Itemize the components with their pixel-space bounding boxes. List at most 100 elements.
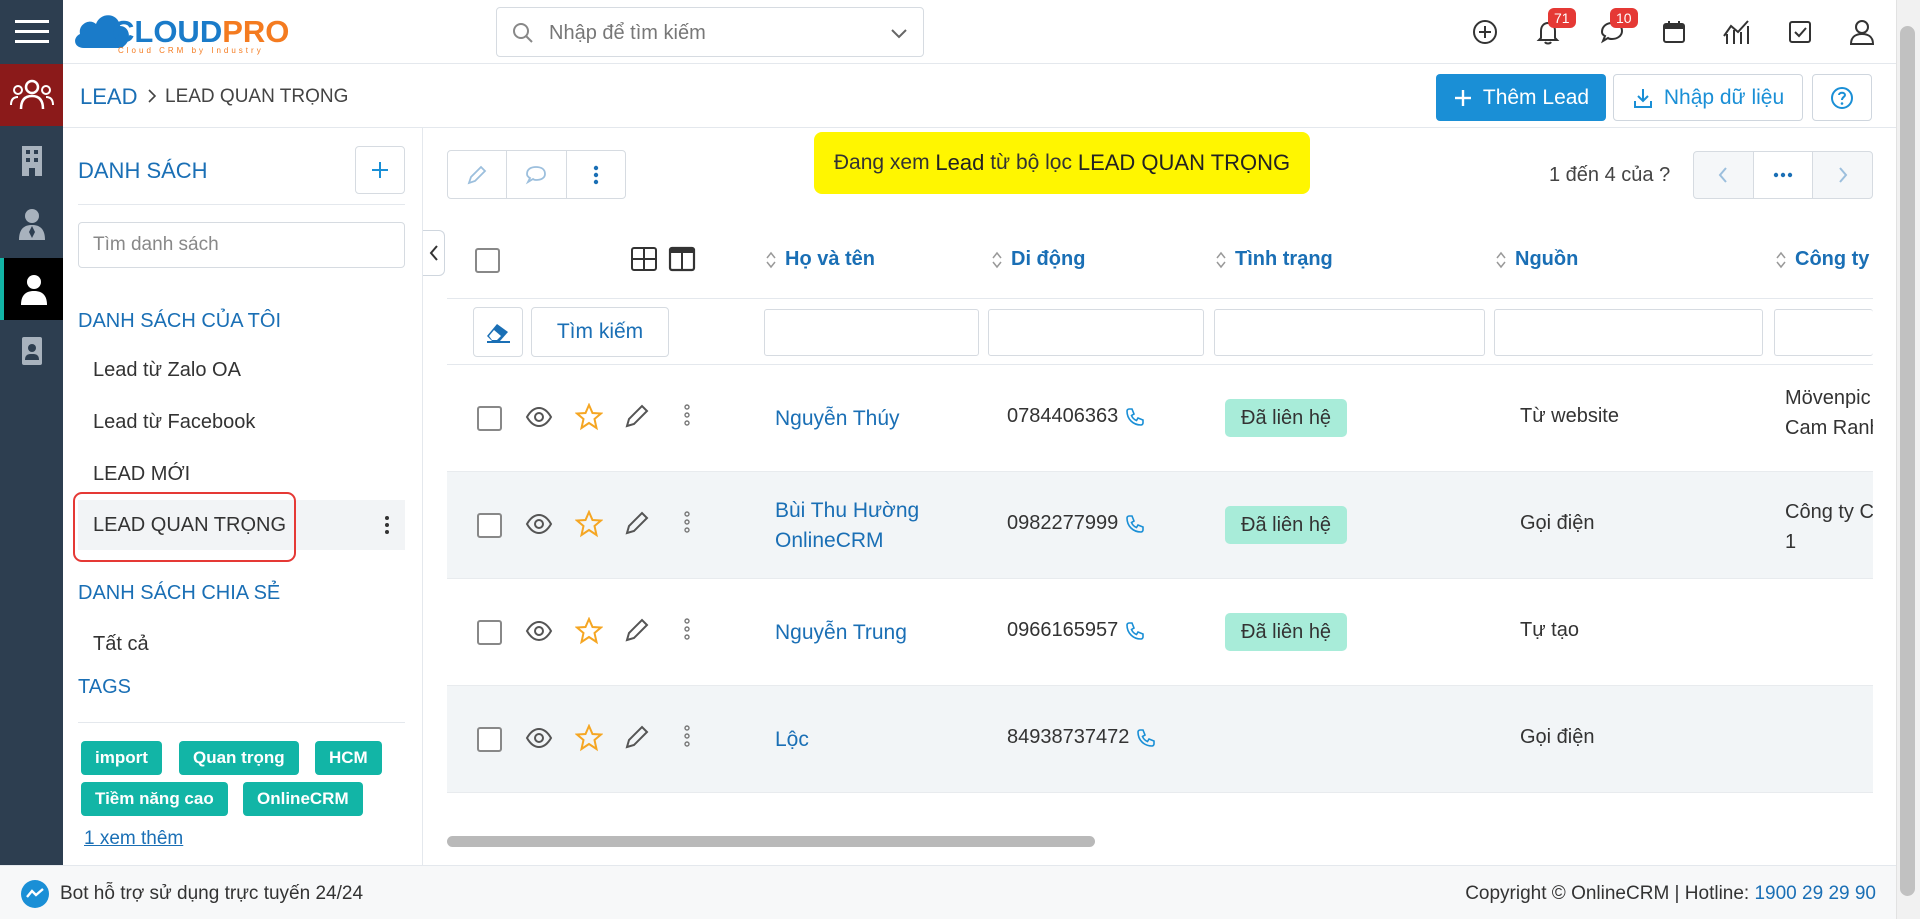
total-unknown[interactable]: ? — [1659, 164, 1670, 186]
row-checkbox[interactable] — [477, 727, 502, 752]
tag-import[interactable]: import — [81, 741, 162, 775]
tag-tiem-nang-cao[interactable]: Tiềm năng cao — [81, 782, 228, 816]
bulk-action-toolbar — [447, 150, 626, 199]
phone-icon[interactable] — [1135, 727, 1157, 749]
list-search-input[interactable]: Tìm danh sách — [78, 222, 405, 268]
bulk-comment-button[interactable] — [507, 151, 567, 198]
column-header-company[interactable]: Công ty — [1775, 248, 1869, 271]
sort-icon — [766, 251, 776, 268]
row-checkbox[interactable] — [477, 620, 502, 645]
column-header-mobile[interactable]: Di động — [991, 248, 1085, 271]
column-header-source[interactable]: Nguồn — [1495, 248, 1578, 271]
chevron-left-icon — [1719, 167, 1728, 183]
list-item-zalo[interactable]: Lead từ Zalo OA — [78, 345, 405, 395]
global-search[interactable]: Nhập để tìm kiếm — [496, 7, 924, 57]
grid-layout-icon[interactable] — [630, 246, 658, 272]
star-icon[interactable] — [575, 510, 603, 538]
rail-contacts-group[interactable] — [0, 64, 63, 126]
menu-icon[interactable] — [0, 0, 63, 64]
page-more-button[interactable] — [1753, 152, 1814, 198]
sort-icon — [1216, 251, 1226, 268]
task-check-icon[interactable] — [1784, 16, 1816, 48]
breadcrumb-root[interactable]: LEAD — [80, 84, 137, 110]
phone-icon[interactable] — [1124, 513, 1146, 535]
list-item-facebook[interactable]: Lead từ Facebook — [78, 397, 405, 447]
filter-name-input[interactable] — [764, 309, 979, 356]
pencil-icon[interactable] — [624, 724, 650, 750]
tag-onlinecrm[interactable]: OnlineCRM — [243, 782, 363, 816]
row-checkbox[interactable] — [477, 406, 502, 431]
columns-layout-icon[interactable] — [668, 246, 696, 272]
help-button[interactable] — [1812, 74, 1872, 121]
filter-status-input[interactable] — [1214, 309, 1485, 356]
eye-icon[interactable] — [525, 724, 553, 752]
filter-mobile-input[interactable] — [988, 309, 1204, 356]
import-data-button[interactable]: Nhập dữ liệu — [1613, 74, 1803, 121]
star-icon[interactable] — [575, 403, 603, 431]
select-all-checkbox[interactable] — [475, 248, 500, 273]
collapse-sidebar-button[interactable] — [423, 230, 445, 276]
tag-quan-trong[interactable]: Quan trọng — [179, 741, 299, 775]
report-chart-icon[interactable] — [1721, 16, 1753, 48]
status-badge: Đã liên hệ — [1225, 506, 1348, 544]
table-row[interactable]: Nguyễn Thúy 0784406363 Đã liên hệ Từ web… — [447, 365, 1873, 472]
footer-copyright: Copyright © OnlineCRM | Hotline: 1900 29… — [1465, 883, 1876, 904]
more-vertical-icon[interactable] — [683, 510, 691, 534]
rail-contact-card[interactable] — [0, 320, 63, 382]
phone-icon[interactable] — [1124, 620, 1146, 642]
star-icon[interactable] — [575, 617, 603, 645]
eye-icon[interactable] — [525, 403, 553, 431]
rail-organization[interactable] — [0, 130, 63, 192]
column-header-name[interactable]: Họ và tên — [765, 248, 875, 271]
show-more-tags-link[interactable]: 1 xem thêm — [84, 828, 183, 850]
search-input[interactable]: Nhập để tìm kiếm — [549, 22, 706, 45]
filter-notice: Đang xem Lead từ bộ lọc LEAD QUAN TRỌNG — [814, 132, 1310, 194]
eye-icon[interactable] — [525, 617, 553, 645]
bulk-edit-button[interactable] — [448, 151, 508, 198]
row-checkbox[interactable] — [477, 513, 502, 538]
calendar-icon[interactable] — [1658, 16, 1690, 48]
lead-name-link[interactable]: Nguyễn Trung — [775, 618, 907, 648]
pencil-icon[interactable] — [624, 510, 650, 536]
pencil-icon[interactable] — [624, 403, 650, 429]
add-circle-icon[interactable] — [1469, 16, 1501, 48]
lead-name-link[interactable]: Bùi Thu Hường OnlineCRM — [775, 496, 919, 556]
chat-bot-link[interactable]: Bot hỗ trợ sử dụng trực tuyến 24/24 — [20, 879, 363, 909]
next-page-button[interactable] — [1813, 152, 1872, 198]
phone-icon[interactable] — [1124, 406, 1146, 428]
rail-contact[interactable] — [0, 192, 63, 254]
logo[interactable]: CLOUDPRO Cloud CRM by Industry — [72, 6, 292, 56]
column-filter-row: Tìm kiếm — [447, 299, 1873, 365]
more-vertical-icon[interactable] — [383, 514, 391, 536]
more-vertical-icon[interactable] — [683, 724, 691, 748]
eye-icon[interactable] — [525, 510, 553, 538]
search-filter-button[interactable]: Tìm kiếm — [531, 307, 669, 357]
filter-source-input[interactable] — [1494, 309, 1763, 356]
clear-filter-button[interactable] — [473, 307, 523, 357]
table-row[interactable]: Lộc 84938737472 Gọi điện — [447, 686, 1873, 793]
user-profile-icon[interactable] — [1846, 16, 1878, 48]
more-vertical-icon[interactable] — [683, 403, 691, 427]
list-item-all[interactable]: Tất cả — [78, 619, 405, 669]
pencil-icon[interactable] — [624, 617, 650, 643]
more-actions-button[interactable] — [567, 151, 625, 198]
table-row[interactable]: Nguyễn Trung 0966165957 Đã liên hệ Tự tạ… — [447, 579, 1873, 686]
lead-name-link[interactable]: Lộc — [775, 725, 809, 755]
rail-lead-active[interactable] — [0, 258, 63, 320]
star-icon[interactable] — [575, 724, 603, 752]
add-lead-button[interactable]: Thêm Lead — [1436, 74, 1606, 121]
column-header-status[interactable]: Tình trạng — [1215, 248, 1333, 271]
hotline-link[interactable]: 1900 29 29 90 — [1754, 883, 1876, 904]
lead-name-link[interactable]: Nguyễn Thúy — [775, 404, 900, 434]
tags-title: TAGS — [78, 676, 131, 698]
more-vertical-icon[interactable] — [683, 617, 691, 641]
table-row[interactable]: Bùi Thu Hường OnlineCRM 0982277999 Đã liê… — [447, 472, 1873, 579]
horizontal-scrollbar-thumb[interactable] — [447, 836, 1095, 847]
prev-page-button[interactable] — [1694, 152, 1754, 198]
status-badge: Đã liên hệ — [1225, 613, 1348, 651]
chevron-down-icon[interactable] — [889, 23, 909, 43]
tag-hcm[interactable]: HCM — [315, 741, 382, 775]
filter-company-input[interactable] — [1774, 309, 1873, 356]
add-list-button[interactable] — [355, 146, 405, 194]
vertical-scrollbar-thumb[interactable] — [1900, 26, 1915, 896]
